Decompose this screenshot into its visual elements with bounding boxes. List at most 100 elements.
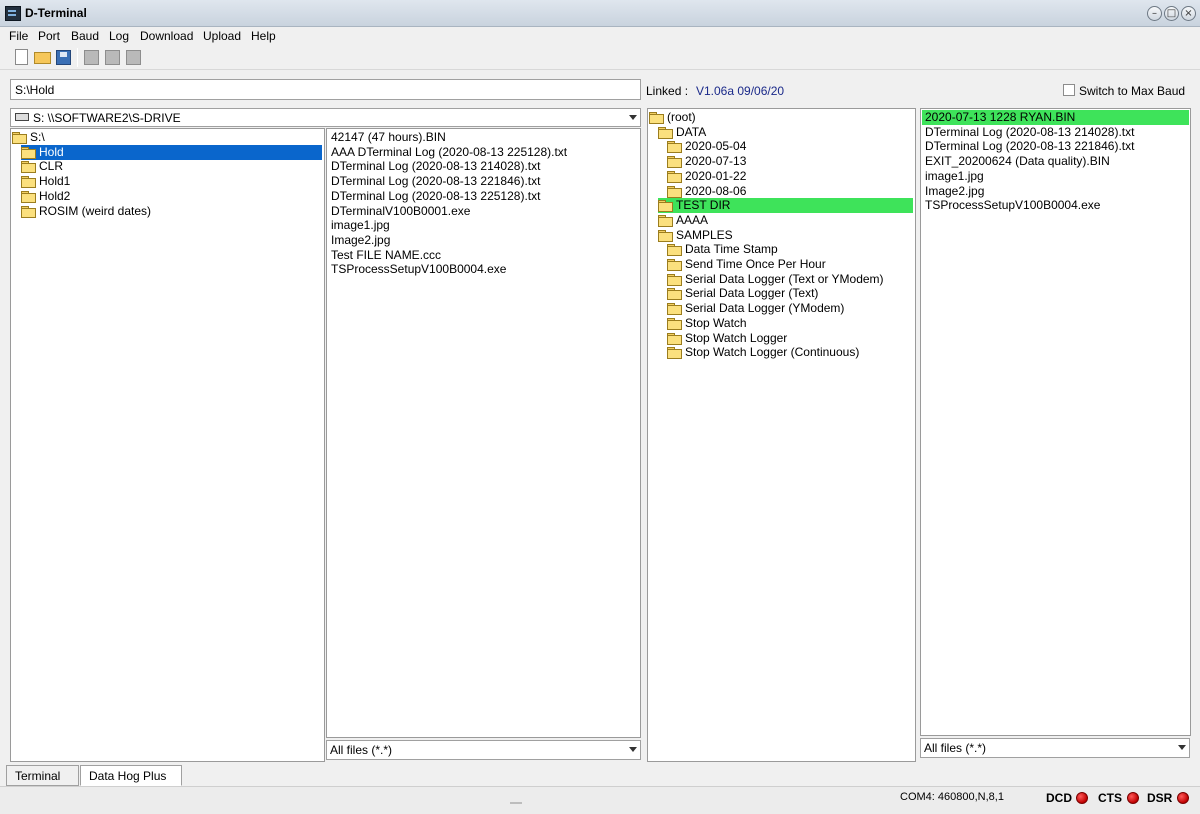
filter-label: All files (*.*) — [330, 743, 393, 757]
folder-icon — [21, 176, 36, 189]
tree-item[interactable]: (root) — [649, 110, 913, 125]
menu-file[interactable]: File — [9, 29, 28, 43]
menu-help[interactable]: Help — [251, 29, 276, 43]
local-folder-tree[interactable]: S:\ Hold CLR Hold1 Hold2 ROSIM (weird dates) — [10, 128, 325, 762]
tree-item-label: ROSIM (weird dates) — [39, 203, 152, 218]
tree-item-label: Send Time Once Per Hour — [685, 257, 826, 271]
folder-icon — [667, 156, 682, 169]
menu-port[interactable]: Port — [38, 29, 60, 43]
menu-upload[interactable]: Upload — [203, 29, 241, 43]
tree-item[interactable]: Hold1 — [21, 174, 322, 189]
tree-item[interactable]: S:\ — [12, 130, 322, 145]
drive-select[interactable]: S: \\SOFTWARE2\S-DRIVE — [10, 108, 641, 127]
local-file-filter[interactable]: All files (*.*) — [326, 740, 641, 760]
tree-item[interactable]: ROSIM (weird dates) — [21, 204, 322, 219]
cts-label: CTS — [1098, 791, 1122, 805]
paste-icon[interactable] — [124, 48, 143, 67]
tree-item[interactable]: CLR — [21, 159, 322, 174]
tree-item[interactable]: Send Time Once Per Hour — [667, 257, 913, 272]
resize-grip[interactable] — [510, 802, 522, 804]
file-item[interactable]: Test FILE NAME.ccc — [328, 248, 639, 263]
dcd-indicator-icon — [1076, 792, 1088, 804]
tree-item[interactable]: 2020-07-13 — [667, 154, 913, 169]
file-item[interactable]: image1.jpg — [922, 169, 1189, 184]
file-item[interactable]: AAA DTerminal Log (2020-08-13 225128).tx… — [328, 145, 639, 160]
folder-icon — [21, 161, 36, 174]
file-item[interactable]: 42147 (47 hours).BIN — [328, 130, 639, 145]
tree-item[interactable]: Stop Watch — [667, 316, 913, 331]
path-input[interactable] — [10, 79, 641, 100]
folder-open-icon — [21, 146, 36, 159]
tree-item[interactable]: Stop Watch Logger — [667, 331, 913, 346]
tree-item-label: Stop Watch Logger — [685, 330, 788, 345]
tree-item[interactable]: Serial Data Logger (Text or YModem) — [667, 272, 913, 287]
folder-open-icon — [12, 132, 27, 144]
open-folder-icon[interactable] — [33, 48, 52, 67]
file-item[interactable]: DTerminal Log (2020-08-13 221846).txt — [922, 139, 1189, 154]
new-file-icon[interactable] — [12, 48, 31, 67]
maximize-button[interactable]: □ — [1164, 6, 1179, 21]
tree-item[interactable]: 2020-05-04 — [667, 139, 913, 154]
tree-item[interactable]: Hold — [21, 144, 322, 160]
folder-icon — [667, 288, 682, 301]
tab-terminal[interactable]: Terminal — [6, 765, 79, 786]
folder-icon — [21, 190, 36, 203]
max-baud-checkbox[interactable] — [1063, 84, 1075, 96]
status-bar — [0, 786, 1200, 814]
tree-item-label: Serial Data Logger (Text) — [685, 286, 819, 301]
file-item[interactable]: DTerminal Log (2020-08-13 221846).txt — [328, 174, 639, 189]
file-item[interactable]: TSProcessSetupV100B0004.exe — [922, 198, 1189, 213]
device-file-filter[interactable]: All files (*.*) — [920, 738, 1190, 758]
tree-item-label: 2020-07-13 — [685, 154, 747, 169]
add-icon[interactable] — [82, 48, 101, 67]
file-item[interactable]: TSProcessSetupV100B0004.exe — [328, 262, 639, 277]
file-item[interactable]: EXIT_20200624 (Data quality).BIN — [922, 154, 1189, 169]
tree-item[interactable]: Hold2 — [21, 189, 322, 204]
folder-open-icon — [658, 126, 673, 139]
close-button[interactable]: × — [1181, 6, 1196, 21]
tree-item[interactable]: TEST DIR — [658, 198, 913, 214]
file-item[interactable]: DTerminal Log (2020-08-13 214028).txt — [922, 125, 1189, 140]
folder-icon — [667, 259, 682, 271]
title-bar — [0, 0, 1200, 27]
tree-item[interactable]: Serial Data Logger (Text) — [667, 286, 913, 301]
local-file-list[interactable]: 42147 (47 hours).BIN AAA DTerminal Log (2… — [326, 128, 641, 738]
tab-data-hog-plus[interactable]: Data Hog Plus — [80, 765, 182, 786]
save-icon[interactable] — [54, 48, 73, 67]
tree-item[interactable]: SAMPLES — [658, 228, 913, 243]
device-file-list[interactable]: 2020-07-13 1228 RYAN.BIN DTerminal Log (2… — [920, 108, 1191, 736]
max-baud-label[interactable]: Switch to Max Baud — [1079, 84, 1185, 98]
tree-item[interactable]: Data Time Stamp — [667, 242, 913, 257]
menu-log[interactable]: Log — [109, 29, 129, 43]
copy-icon[interactable] — [103, 48, 122, 67]
tree-item-label: SAMPLES — [676, 227, 733, 242]
tree-item-label: CLR — [39, 159, 64, 174]
folder-icon — [21, 205, 36, 218]
drive-label: S: \\SOFTWARE2\S-DRIVE — [33, 111, 181, 125]
menu-baud[interactable]: Baud — [71, 29, 99, 43]
folder-icon — [667, 141, 682, 154]
file-item[interactable]: 2020-07-13 1228 RYAN.BIN — [922, 110, 1189, 125]
port-settings: COM4: 460800,N,8,1 — [900, 791, 1004, 803]
window-title: D-Terminal — [25, 6, 87, 20]
tree-item[interactable]: Stop Watch Logger (Continuous) — [667, 345, 913, 360]
file-item[interactable]: DTerminalV100B0001.exe — [328, 204, 639, 219]
folder-open-icon — [658, 200, 673, 213]
tree-item-label: Hold2 — [39, 188, 71, 203]
tree-item[interactable]: 2020-08-06 — [667, 184, 913, 199]
folder-icon — [667, 273, 682, 286]
menu-download[interactable]: Download — [140, 29, 193, 43]
file-item[interactable]: image1.jpg — [328, 218, 639, 233]
file-item[interactable]: Image2.jpg — [922, 184, 1189, 199]
folder-open-icon — [658, 229, 673, 242]
file-item[interactable]: DTerminal Log (2020-08-13 225128).txt — [328, 189, 639, 204]
tree-item[interactable]: DATA — [658, 125, 913, 140]
device-folder-tree[interactable]: (root) DATA 2020-05-04 2020-07-13 2020-01-22… — [647, 108, 916, 762]
tree-item[interactable]: Serial Data Logger (YModem) — [667, 301, 913, 316]
linked-label: Linked : — [646, 84, 689, 98]
file-item[interactable]: DTerminal Log (2020-08-13 214028).txt — [328, 159, 639, 174]
tree-item[interactable]: AAAA — [658, 213, 913, 228]
tree-item[interactable]: 2020-01-22 — [667, 169, 913, 184]
minimize-button[interactable]: – — [1147, 6, 1162, 21]
file-item[interactable]: Image2.jpg — [328, 233, 639, 248]
